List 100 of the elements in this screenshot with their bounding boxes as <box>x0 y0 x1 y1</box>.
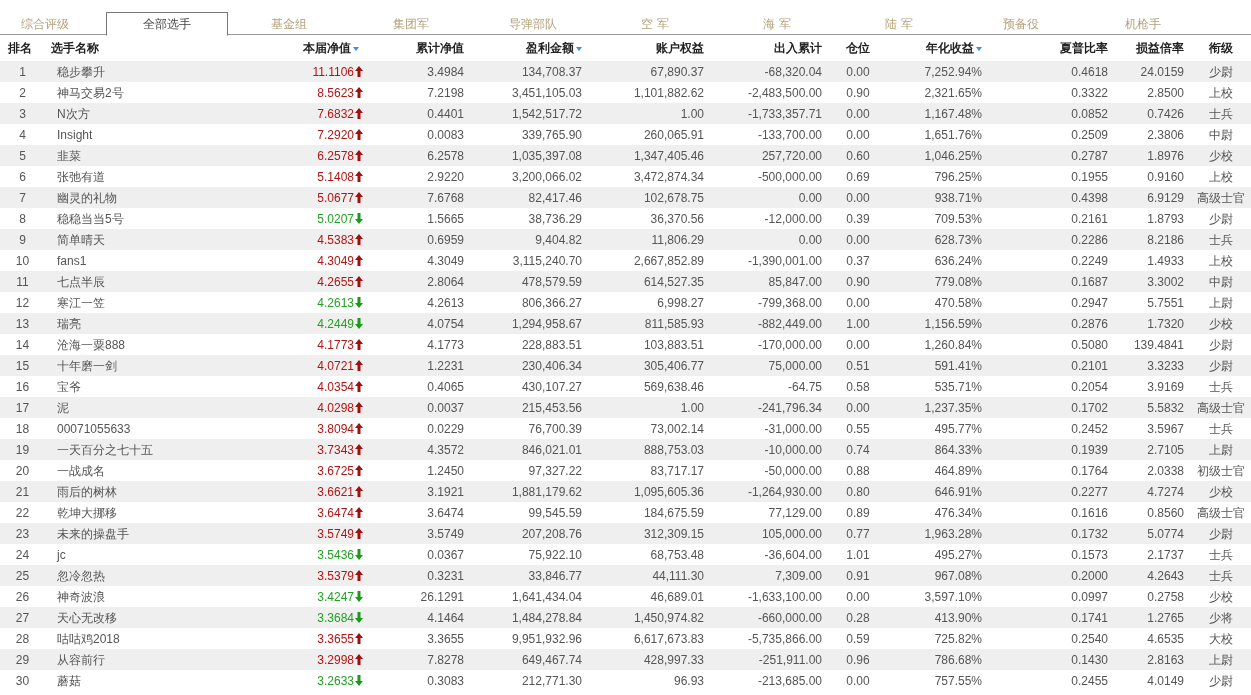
table-cell: 高级士官 <box>1196 400 1245 415</box>
table-cell: 0.4618 <box>1071 64 1108 79</box>
tab[interactable]: 陆 军 <box>838 12 960 35</box>
table-cell: 10 <box>15 253 30 268</box>
table-cell: 0.00 <box>846 589 870 604</box>
table-cell: 23 <box>15 526 30 541</box>
table-cell: 3,597.10% <box>924 589 982 604</box>
table-cell: 2.9220 <box>427 169 464 184</box>
table-cell: 士兵 <box>1208 232 1233 247</box>
table-cell: 105,000.00 <box>761 526 822 541</box>
table-cell: -241,796.34 <box>757 400 822 415</box>
table-cell: 17 <box>15 400 30 415</box>
table-cell: 少尉 <box>1208 673 1233 688</box>
table-cell: 28 <box>15 631 30 646</box>
table-cell: 15 <box>15 358 30 373</box>
table-cell: 3.6474 <box>317 505 354 520</box>
table-cell: 0.51 <box>846 358 870 373</box>
table-cell: 3,451,105.03 <box>511 85 582 100</box>
table-cell: 3.2998 <box>317 652 354 667</box>
table-cell: 0.00 <box>846 106 870 121</box>
table-cell: 0.2277 <box>1071 484 1108 499</box>
table-cell: 30 <box>15 673 30 688</box>
tab[interactable]: 全部选手 <box>106 12 228 36</box>
table-cell: 4.3049 <box>317 253 354 268</box>
table-cell: 1,347,405.46 <box>633 148 704 163</box>
table-cell: 888,753.03 <box>643 442 704 457</box>
tab[interactable]: 预备役 <box>960 12 1082 35</box>
table-cell: 786.68% <box>934 652 982 667</box>
table-cell: 228,883.51 <box>521 337 582 352</box>
table-cell: 3.3684 <box>317 610 354 625</box>
table-cell: 七点半辰 <box>57 274 105 289</box>
tab[interactable]: 集团军 <box>350 12 472 35</box>
table-cell: 68,753.48 <box>650 547 704 562</box>
sort-icon[interactable] <box>576 46 582 51</box>
table-cell: 稳步攀升 <box>57 64 105 79</box>
table-cell: 从容前行 <box>57 652 105 667</box>
tab[interactable]: 海 军 <box>716 12 838 35</box>
table-cell: 0.7426 <box>1147 106 1184 121</box>
table-cell: 1.00 <box>680 106 704 121</box>
table-cell: 13 <box>15 316 30 331</box>
table-cell: -1,264,930.00 <box>747 484 822 499</box>
column-header: 选手名称 <box>51 41 99 55</box>
table-cell: 少将 <box>1208 610 1233 625</box>
table-cell: 938.71% <box>934 190 982 205</box>
table-cell: 305,406.77 <box>643 358 704 373</box>
table-cell: 0.91 <box>846 568 870 583</box>
table-cell: 4.7274 <box>1147 484 1184 499</box>
table-cell: 0.00 <box>798 190 822 205</box>
table-cell: 0.9160 <box>1147 169 1184 184</box>
table-cell: 4.2613 <box>317 295 354 310</box>
table-cell: 少校 <box>1208 316 1233 331</box>
table-cell: 495.27% <box>934 547 982 562</box>
table-cell: 4.2613 <box>427 295 464 310</box>
table-cell: 103,883.51 <box>643 337 704 352</box>
table-cell: 0.00 <box>846 64 870 79</box>
table-cell: 29 <box>15 652 30 667</box>
sort-icon[interactable] <box>353 46 359 51</box>
table-cell: 0.0037 <box>427 400 464 415</box>
table-cell: 312,309.15 <box>643 526 704 541</box>
table-cell: 96.93 <box>673 673 704 688</box>
tab[interactable]: 综合评级 <box>0 12 106 35</box>
sort-icon[interactable] <box>976 46 982 51</box>
table-cell: 5.0207 <box>317 211 354 226</box>
table-cell: -1,633,100.00 <box>747 589 822 604</box>
table-cell: 2.0338 <box>1147 463 1184 478</box>
table-cell: 476.34% <box>934 505 982 520</box>
table-cell: 0.2876 <box>1071 316 1108 331</box>
table-cell: 470.58% <box>934 295 982 310</box>
table-cell: 0.0229 <box>427 421 464 436</box>
table-cell: 0.00 <box>846 127 870 142</box>
column-header[interactable]: 本届净值 <box>303 41 351 55</box>
table-cell: 4.0721 <box>317 358 354 373</box>
table-cell: 士兵 <box>1208 106 1233 121</box>
table-cell: 339,765.90 <box>521 127 582 142</box>
tab[interactable]: 基金组 <box>228 12 350 35</box>
table-cell: 846,021.01 <box>521 442 582 457</box>
column-header[interactable]: 盈利金额 <box>526 41 574 55</box>
table-cell: 0.1616 <box>1071 505 1108 520</box>
column-header: 损益倍率 <box>1136 41 1184 55</box>
table-cell: 0.1732 <box>1071 526 1108 541</box>
table-cell: 0.2161 <box>1071 211 1108 226</box>
table-cell: 0.0367 <box>427 547 464 562</box>
table-cell: 0.1741 <box>1071 610 1108 625</box>
table-cell: 士兵 <box>1208 568 1233 583</box>
table-cell: 4.1773 <box>427 337 464 352</box>
table-cell: 0.28 <box>846 610 870 625</box>
table-cell: 2.7105 <box>1147 442 1184 457</box>
table-cell: 0.90 <box>846 85 870 100</box>
tab[interactable]: 空 军 <box>594 12 716 35</box>
table-cell: 0.00 <box>846 673 870 688</box>
table-cell: 少校 <box>1208 589 1233 604</box>
tab[interactable]: 导弹部队 <box>472 12 594 35</box>
table-cell: 3,472,874.34 <box>633 169 704 184</box>
table-cell: 649,467.74 <box>521 652 582 667</box>
column-header[interactable]: 年化收益 <box>926 41 974 55</box>
table-cell: 7.8278 <box>427 652 464 667</box>
table-cell: 26 <box>15 589 30 604</box>
tab[interactable]: 机枪手 <box>1082 12 1204 35</box>
table-cell: 184,675.59 <box>643 505 704 520</box>
table-cell: 宝爷 <box>57 379 81 394</box>
